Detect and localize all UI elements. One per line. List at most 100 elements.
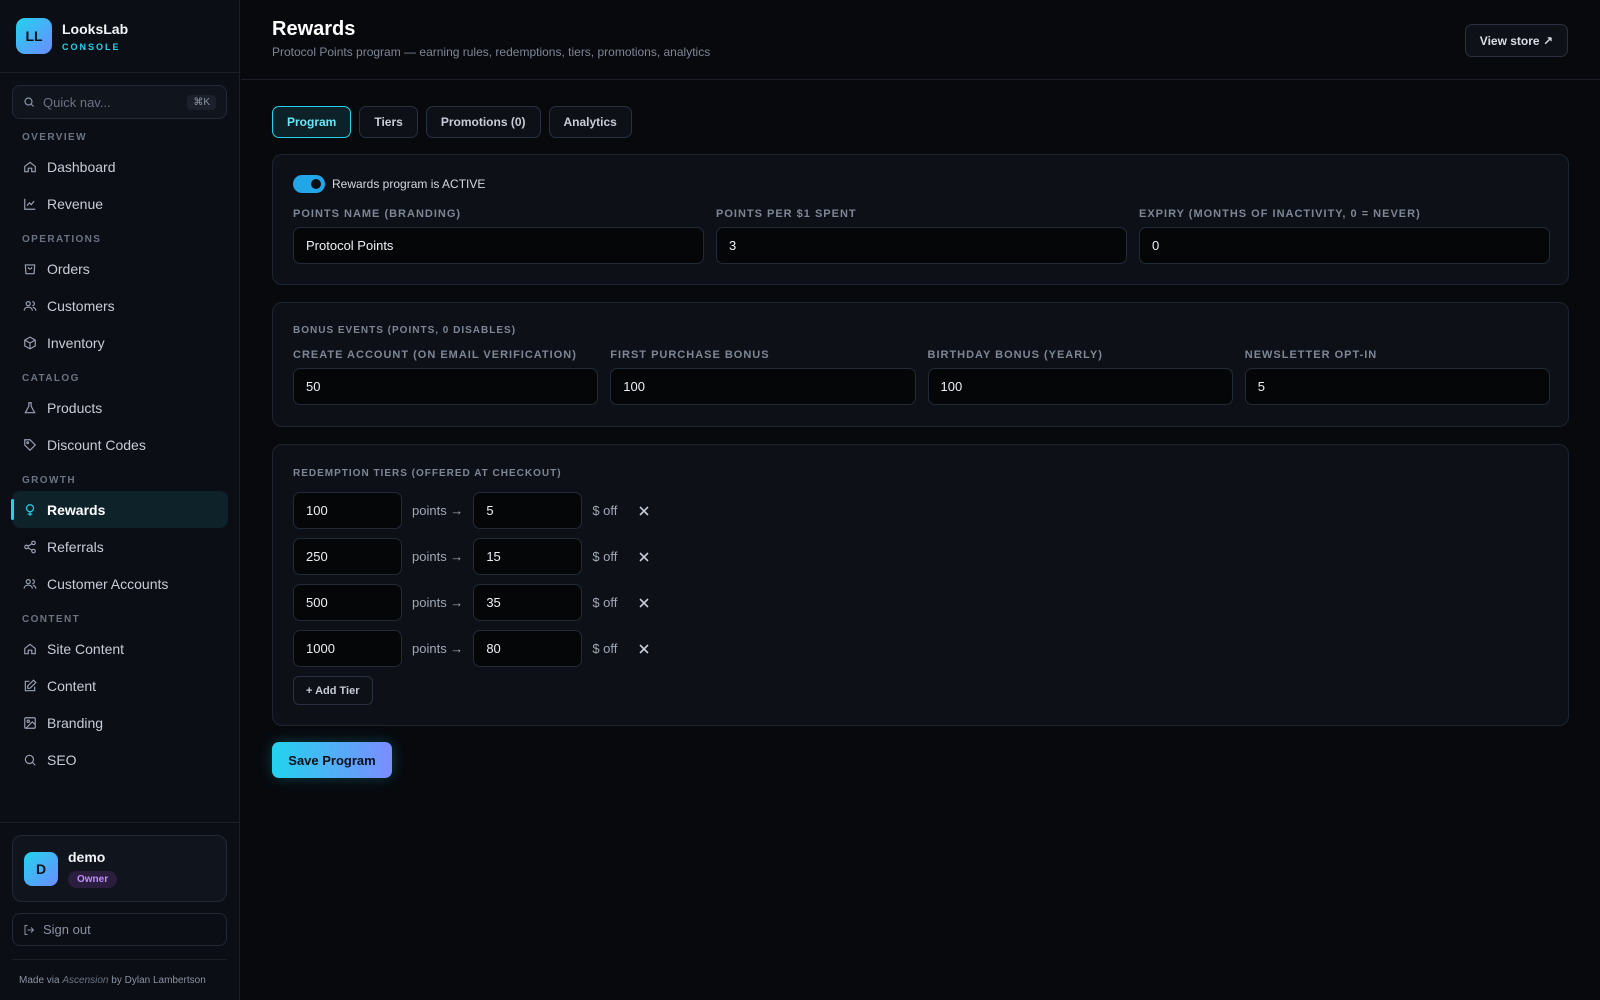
sign-out-icon xyxy=(23,924,35,936)
tab-tiers[interactable]: Tiers xyxy=(359,106,418,138)
tab-analytics[interactable]: Analytics xyxy=(548,106,632,138)
tier-discount-input[interactable]: 15 xyxy=(473,538,583,575)
sidebar-item-rewards[interactable]: Rewards xyxy=(11,491,228,528)
tier-points-input[interactable]: 100 xyxy=(293,492,402,529)
bonus-events-card: BONUS EVENTS (POINTS, 0 DISABLES) CREATE… xyxy=(272,302,1569,427)
sidebar: LL LooksLab CONSOLE Quick nav... ⌘K OVER… xyxy=(0,0,240,1000)
sidebar-item-branding[interactable]: Branding xyxy=(12,704,228,741)
sidebar-item-label: Customer Accounts xyxy=(47,575,169,592)
sidebar-item-dashboard[interactable]: Dashboard xyxy=(12,148,228,185)
user-name: demo xyxy=(68,849,106,865)
toggle-label: Rewards program is ACTIVE xyxy=(332,177,486,191)
nav-section-content: CONTENT xyxy=(22,614,81,625)
page-title: Rewards xyxy=(272,18,356,40)
points-per-dollar-input[interactable]: 3 xyxy=(716,227,1127,264)
tab-program[interactable]: Program xyxy=(272,106,352,138)
bonus-events-title: BONUS EVENTS (POINTS, 0 DISABLES) xyxy=(293,325,517,336)
add-tier-button[interactable]: + Add Tier xyxy=(293,676,373,705)
tab-promotions[interactable]: Promotions (0) xyxy=(425,106,541,138)
sidebar-item-label: Revenue xyxy=(47,195,104,212)
search-icon xyxy=(23,96,35,108)
credit-tool[interactable]: Ascension xyxy=(62,975,108,986)
tab-bar: Program Tiers Promotions (0) Analytics xyxy=(272,106,632,138)
close-icon[interactable] xyxy=(639,551,649,562)
sidebar-item-customers[interactable]: Customers xyxy=(12,287,228,324)
brand-subtitle: CONSOLE xyxy=(62,41,121,52)
tier-row: 500 points → 35 $ off xyxy=(293,584,649,621)
birthday-bonus-input[interactable]: 100 xyxy=(927,368,1233,405)
dollar-off-text: $ off xyxy=(592,549,618,564)
shortcut-badge: ⌘K xyxy=(187,94,216,110)
box-icon xyxy=(23,262,37,276)
sidebar-item-label: Discount Codes xyxy=(47,436,146,453)
points-arrow-text: points → xyxy=(412,503,464,518)
birthday-bonus-label: BIRTHDAY BONUS (YEARLY) xyxy=(927,349,1103,361)
users-icon xyxy=(23,577,37,591)
expiry-input[interactable]: 0 xyxy=(1139,227,1550,264)
nav-section-catalog: CATALOG xyxy=(22,373,80,384)
close-icon[interactable] xyxy=(639,505,649,516)
redemption-tiers-card: REDEMPTION TIERS (OFFERED AT CHECKOUT) 1… xyxy=(272,444,1569,726)
tier-discount-input[interactable]: 80 xyxy=(473,630,583,667)
brand-name: LooksLab xyxy=(62,20,129,37)
sidebar-item-discount-codes[interactable]: Discount Codes xyxy=(12,426,228,463)
tier-points-input[interactable]: 1000 xyxy=(293,630,402,667)
points-name-label: POINTS NAME (BRANDING) xyxy=(293,208,462,220)
sidebar-item-label: SEO xyxy=(47,751,77,768)
tier-discount-input[interactable]: 5 xyxy=(473,492,583,529)
view-store-button[interactable]: View store ↗ xyxy=(1464,24,1568,57)
sidebar-item-seo[interactable]: SEO xyxy=(12,741,228,778)
tag-icon xyxy=(23,438,37,452)
brand-logo: LL xyxy=(16,18,52,54)
chart-line-icon xyxy=(23,197,37,211)
award-icon xyxy=(23,503,37,517)
share-icon xyxy=(23,540,37,554)
tier-discount-input[interactable]: 35 xyxy=(473,584,583,621)
save-program-button[interactable]: Save Program xyxy=(272,742,392,778)
sidebar-nav: OVERVIEW Dashboard Revenue OPERATIONS Or… xyxy=(0,128,240,778)
points-arrow-text: points → xyxy=(412,595,464,610)
dollar-off-text: $ off xyxy=(592,503,618,518)
made-by-credit: Made via Ascension by Dylan Lambertson xyxy=(19,975,206,986)
sidebar-item-customer-accounts[interactable]: Customer Accounts xyxy=(12,565,228,602)
create-account-label: CREATE ACCOUNT (ON EMAIL VERIFICATION) xyxy=(293,349,577,361)
sidebar-item-referrals[interactable]: Referrals xyxy=(12,528,228,565)
first-purchase-label: FIRST PURCHASE BONUS xyxy=(610,349,770,361)
sidebar-item-label: Inventory xyxy=(47,334,105,351)
sidebar-item-site-content[interactable]: Site Content xyxy=(12,630,228,667)
close-icon[interactable] xyxy=(639,597,649,608)
users-icon xyxy=(23,299,37,313)
sidebar-item-inventory[interactable]: Inventory xyxy=(12,324,228,361)
sidebar-item-label: Branding xyxy=(47,714,104,731)
tier-points-input[interactable]: 250 xyxy=(293,538,402,575)
expiry-label: EXPIRY (MONTHS OF INACTIVITY, 0 = NEVER) xyxy=(1139,208,1421,220)
sign-out-button[interactable]: Sign out xyxy=(12,913,227,946)
sidebar-item-label: Site Content xyxy=(47,640,125,657)
dollar-off-text: $ off xyxy=(592,641,618,656)
close-icon[interactable] xyxy=(639,643,649,654)
create-account-input[interactable]: 50 xyxy=(293,368,599,405)
first-purchase-input[interactable]: 100 xyxy=(610,368,916,405)
sidebar-item-orders[interactable]: Orders xyxy=(12,250,228,287)
sidebar-item-products[interactable]: Products xyxy=(12,389,228,426)
quick-nav-placeholder: Quick nav... xyxy=(43,94,111,110)
main-content: Rewards Protocol Points program — earnin… xyxy=(241,0,1600,1000)
points-name-input[interactable]: Protocol Points xyxy=(293,227,704,264)
user-card[interactable]: D demo Owner xyxy=(12,835,227,902)
newsletter-input[interactable]: 5 xyxy=(1244,368,1550,405)
program-active-toggle[interactable] xyxy=(293,175,325,193)
points-per-dollar-label: POINTS PER $1 SPENT xyxy=(716,208,857,220)
quick-nav-input[interactable]: Quick nav... ⌘K xyxy=(12,85,227,119)
brand[interactable]: LL LooksLab CONSOLE xyxy=(0,0,239,73)
nav-section-growth: GROWTH xyxy=(22,475,76,486)
page-subtitle: Protocol Points program — earning rules,… xyxy=(272,45,711,59)
sidebar-item-revenue[interactable]: Revenue xyxy=(12,185,228,222)
credit-suffix: by Dylan Lambertson xyxy=(111,975,206,986)
sidebar-item-label: Rewards xyxy=(47,501,106,518)
sidebar-item-label: Orders xyxy=(47,260,90,277)
tier-points-input[interactable]: 500 xyxy=(293,584,402,621)
avatar: D xyxy=(24,851,58,886)
sign-out-label: Sign out xyxy=(43,922,91,937)
package-icon xyxy=(23,335,37,350)
sidebar-item-content[interactable]: Content xyxy=(12,667,228,704)
